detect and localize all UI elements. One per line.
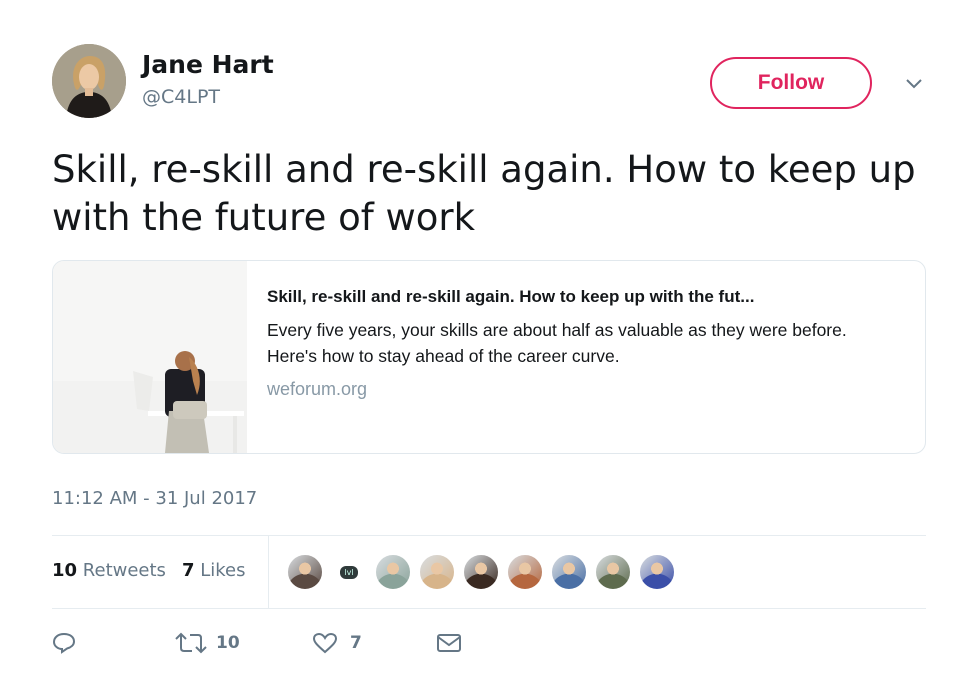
chevron-down-icon[interactable] bbox=[900, 70, 928, 98]
liker-avatar[interactable] bbox=[595, 554, 631, 590]
liker-avatar[interactable] bbox=[639, 554, 675, 590]
liker-avatar[interactable] bbox=[419, 554, 455, 590]
retweet-button[interactable]: 10 bbox=[174, 632, 312, 654]
heart-icon bbox=[312, 632, 338, 654]
author-name[interactable]: Jane Hart bbox=[142, 50, 274, 79]
tweet-text: Skill, re-skill and re-skill again. How … bbox=[52, 148, 916, 239]
liker-avatar[interactable] bbox=[375, 554, 411, 590]
reply-icon bbox=[52, 632, 76, 654]
like-button[interactable]: 7 bbox=[312, 632, 436, 654]
retweet-icon bbox=[174, 632, 208, 654]
tweet-actions: 10 7 bbox=[52, 632, 462, 654]
liker-avatar[interactable]: lvl bbox=[331, 554, 367, 590]
like-count: 7 bbox=[350, 633, 362, 653]
reply-button[interactable] bbox=[52, 632, 174, 654]
liker-avatar[interactable] bbox=[463, 554, 499, 590]
direct-message-button[interactable] bbox=[436, 633, 462, 653]
retweets-count: 10 bbox=[52, 560, 78, 581]
card-thumbnail bbox=[53, 261, 247, 453]
card-description: Every five years, your skills are about … bbox=[267, 320, 847, 366]
likes-count: 7 bbox=[181, 560, 195, 581]
retweets-stat[interactable]: 10 Retweets bbox=[52, 560, 166, 581]
likes-stat[interactable]: 7 Likes bbox=[182, 560, 246, 581]
link-card[interactable]: Skill, re-skill and re-skill again. How … bbox=[52, 260, 926, 454]
author-avatar[interactable] bbox=[52, 44, 126, 118]
stats-separator bbox=[268, 536, 269, 608]
divider bbox=[52, 535, 926, 536]
divider bbox=[52, 608, 926, 609]
liker-avatar[interactable] bbox=[287, 554, 323, 590]
card-domain: weforum.org bbox=[267, 379, 368, 399]
card-title[interactable]: Skill, re-skill and re-skill again. How … bbox=[267, 287, 907, 307]
tweet-stats: 10 Retweets 7 Likes bbox=[52, 560, 245, 581]
liker-avatar[interactable] bbox=[507, 554, 543, 590]
tweet-timestamp[interactable]: 11:12 AM - 31 Jul 2017 bbox=[52, 488, 257, 509]
avatar-photo bbox=[52, 44, 126, 118]
retweet-count: 10 bbox=[216, 633, 240, 653]
liker-avatar-label: lvl bbox=[340, 565, 358, 579]
envelope-icon bbox=[436, 633, 462, 653]
retweets-label: Retweets bbox=[82, 560, 166, 581]
liker-avatars: lvl bbox=[287, 554, 683, 590]
follow-button[interactable]: Follow bbox=[710, 57, 872, 109]
author-handle[interactable]: @C4LPT bbox=[142, 86, 220, 108]
likes-label: Likes bbox=[200, 560, 246, 581]
liker-avatar[interactable] bbox=[551, 554, 587, 590]
